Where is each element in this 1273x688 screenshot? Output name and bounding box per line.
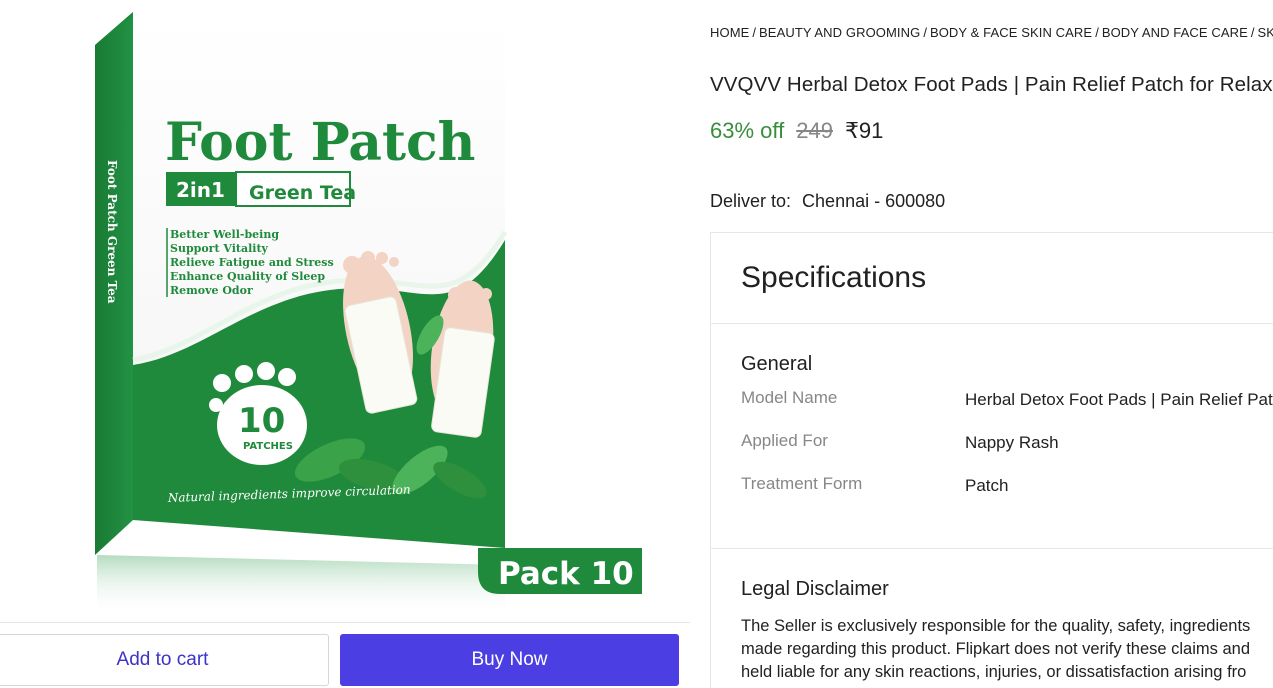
spec-value: Patch xyxy=(965,476,1009,495)
specifications-title: Specifications xyxy=(741,261,927,294)
spec-row: Treatment Form Patch xyxy=(741,474,1273,517)
deliver-to-label: Deliver to: xyxy=(710,191,792,211)
bullet-4: Enhance Quality of Sleep xyxy=(170,270,325,283)
spec-section-general: General Model Name Herbal Detox Foot Pad… xyxy=(711,324,1273,549)
spec-key: Applied For xyxy=(741,431,828,450)
breadcrumb-separator: / xyxy=(752,25,757,40)
legal-title: Legal Disclaimer xyxy=(741,578,889,600)
add-to-cart-button[interactable]: Add to cart xyxy=(0,634,329,686)
box-title: Foot Patch xyxy=(165,112,475,173)
gallery-divider xyxy=(0,622,690,623)
product-details: HOME / BEAUTY AND GROOMING / BODY & FACE SKI… xyxy=(710,0,1273,688)
box-side-text: Foot Patch Green Tea xyxy=(105,160,119,304)
bullet-2: Support Vitality xyxy=(170,242,269,255)
count-number: 10 xyxy=(238,401,285,441)
delivery-pincode[interactable]: Chennai - 600080 xyxy=(802,191,945,211)
breadcrumb: HOME / BEAUTY AND GROOMING / BODY & FACE SKI… xyxy=(710,25,1273,40)
spec-list: Model Name Herbal Detox Foot Pads | Pain… xyxy=(741,388,1273,517)
specifications-header: Specifications xyxy=(711,233,1273,324)
product-gallery: Foot Patch 2in1 Green Tea Better Well-be… xyxy=(0,0,690,688)
bullet-1: Better Well-being xyxy=(170,228,279,241)
spec-row: Model Name Herbal Detox Foot Pads | Pain… xyxy=(741,388,1273,431)
breadcrumb-skin[interactable]: SKIN T xyxy=(1258,25,1273,40)
discount-percent: 63% off xyxy=(710,118,785,143)
cta-row: Add to cart Buy Now xyxy=(0,634,690,686)
delivery-location[interactable]: Deliver to: Chennai - 600080 xyxy=(710,191,945,212)
spec-value: Herbal Detox Foot Pads | Pain Relief Pat… xyxy=(965,390,1273,409)
breadcrumb-body-face-care[interactable]: BODY AND FACE CARE xyxy=(1102,25,1248,40)
mrp-price: 249 xyxy=(796,118,833,143)
badge-green-tea: Green Tea xyxy=(249,182,356,204)
spec-row: Applied For Nappy Rash xyxy=(741,431,1273,474)
bullet-3: Relieve Fatigue and Stress xyxy=(170,256,334,269)
count-label: PATCHES xyxy=(243,441,293,452)
breadcrumb-separator: / xyxy=(923,25,927,40)
price-row: 63% off 249 ₹91 xyxy=(710,118,883,144)
breadcrumb-beauty[interactable]: BEAUTY AND GROOMING xyxy=(759,25,920,40)
spec-key: Treatment Form xyxy=(741,474,863,493)
spec-value: Nappy Rash xyxy=(965,433,1059,452)
general-title: General xyxy=(741,353,813,375)
specifications-card: Specifications General Model Name Herbal… xyxy=(710,232,1273,688)
breadcrumb-separator: / xyxy=(1095,25,1099,40)
pack-label: Pack 10 xyxy=(498,556,634,592)
selling-price: ₹91 xyxy=(844,118,884,143)
spec-section-legal: Legal Disclaimer The Seller is exclusive… xyxy=(711,549,1273,684)
buy-now-button[interactable]: Buy Now xyxy=(340,634,679,686)
breadcrumb-separator: / xyxy=(1250,25,1255,40)
bullet-5: Remove Odor xyxy=(170,284,253,297)
badge-2in1: 2in1 xyxy=(176,178,225,202)
product-title: VVQVV Herbal Detox Foot Pads | Pain Reli… xyxy=(710,73,1273,96)
legal-text: The Seller is exclusively responsible fo… xyxy=(741,617,1251,681)
breadcrumb-body-face-skin[interactable]: BODY & FACE SKIN CARE xyxy=(930,25,1092,40)
product-image[interactable]: Foot Patch 2in1 Green Tea Better Well-be… xyxy=(0,0,690,622)
spec-key: Model Name xyxy=(741,388,838,407)
breadcrumb-home[interactable]: HOME xyxy=(710,25,749,40)
